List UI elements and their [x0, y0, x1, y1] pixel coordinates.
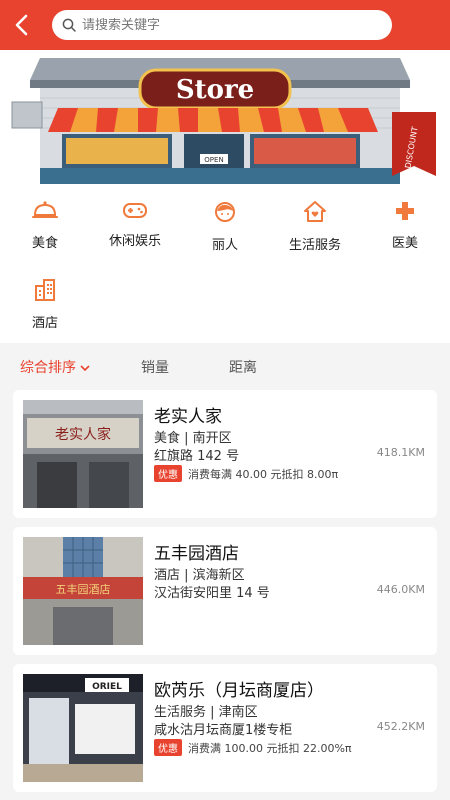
store-photo: ORIEL — [23, 674, 143, 782]
promo-tag: 优惠 — [154, 739, 182, 756]
woman-face-icon — [212, 200, 238, 224]
category-label: 美食 — [31, 236, 58, 251]
store-illustration: Store OPEN DISCOUNT — [0, 50, 450, 188]
sort-label: 距离 — [229, 360, 257, 376]
promo-row: 优惠 消费满 100.00 元抵扣 22.00%π — [154, 739, 352, 756]
store-name: 老实人家 — [154, 407, 222, 427]
food-dome-icon — [32, 200, 58, 222]
thumb-sign-text: ORIEL — [92, 682, 122, 692]
top-bar — [0, 0, 450, 50]
search-bar[interactable] — [52, 10, 392, 40]
promo-tag: 优惠 — [154, 465, 182, 482]
store-category-area: 酒店 | 滨海新区 — [154, 568, 245, 583]
store-card[interactable]: 老实人家 老实人家 美食 | 南开区 红旗路 142 号 418.1KM 优惠 … — [13, 390, 437, 518]
store-photo: 五丰园酒店 — [23, 537, 143, 645]
store-banner[interactable]: Store OPEN DISCOUNT — [0, 50, 450, 188]
store-name: 欧芮乐（月坛商厦店） — [154, 681, 324, 701]
hotel-building-icon — [32, 278, 58, 302]
category-food[interactable]: 美食 — [0, 188, 90, 251]
chevron-down-icon — [80, 364, 90, 371]
store-sign-text: Store — [176, 75, 254, 105]
store-distance: 452.2KM — [376, 720, 425, 733]
category-label: 医美 — [391, 236, 418, 251]
category-hotel[interactable]: 酒店 — [0, 266, 90, 331]
sort-distance[interactable]: 距离 — [229, 357, 257, 377]
sort-label: 综合排序 — [20, 360, 76, 376]
store-distance: 418.1KM — [376, 446, 425, 459]
store-name: 五丰园酒店 — [154, 544, 239, 564]
category-beauty[interactable]: 丽人 — [180, 188, 270, 253]
sort-bar: 综合排序 销量 距离 — [0, 343, 450, 387]
sort-sales[interactable]: 销量 — [141, 357, 169, 377]
sort-comprehensive[interactable]: 综合排序 — [20, 357, 90, 377]
category-entertainment[interactable]: 休闲娱乐 — [90, 188, 180, 249]
promo-row: 优惠 消费每满 40.00 元抵扣 8.00π — [154, 465, 338, 482]
sort-label: 销量 — [141, 360, 169, 376]
category-label: 酒店 — [31, 316, 58, 331]
gamepad-icon — [122, 200, 148, 220]
home-heart-icon — [302, 200, 328, 224]
medical-cross-icon — [392, 200, 418, 222]
store-photo: 老实人家 — [23, 400, 143, 508]
category-label: 生活服务 — [288, 238, 341, 253]
promo-text: 消费每满 40.00 元抵扣 8.00π — [188, 467, 339, 481]
category-label: 丽人 — [211, 238, 238, 253]
search-input[interactable] — [82, 17, 352, 33]
back-arrow-icon — [15, 14, 28, 36]
promo-text: 消费满 100.00 元抵扣 22.00%π — [188, 741, 352, 755]
category-life-services[interactable]: 生活服务 — [270, 188, 360, 253]
store-address: 汉沽街安阳里 14 号 — [154, 586, 270, 601]
search-icon — [62, 18, 76, 32]
store-category-area: 美食 | 南开区 — [154, 431, 232, 446]
store-distance: 446.0KM — [376, 583, 425, 596]
store-address: 咸水沽月坛商厦1楼专柜 — [154, 723, 293, 738]
category-grid: 美食 休闲娱乐 丽人 生活服务 医美 酒店 — [0, 188, 450, 343]
category-medical-beauty[interactable]: 医美 — [360, 188, 450, 251]
category-label: 休闲娱乐 — [108, 234, 161, 249]
thumb-sign-text: 老实人家 — [55, 426, 111, 443]
thumb-sign-text: 五丰园酒店 — [56, 582, 111, 596]
store-address: 红旗路 142 号 — [154, 449, 240, 464]
store-card[interactable]: ORIEL 欧芮乐（月坛商厦店） 生活服务 | 津南区 咸水沽月坛商厦1楼专柜 … — [13, 664, 437, 792]
store-category-area: 生活服务 | 津南区 — [154, 705, 258, 720]
store-card[interactable]: 五丰园酒店 五丰园酒店 酒店 | 滨海新区 汉沽街安阳里 14 号 446.0K… — [13, 527, 437, 655]
door-sign-text: OPEN — [204, 156, 223, 164]
back-button[interactable] — [0, 0, 42, 50]
